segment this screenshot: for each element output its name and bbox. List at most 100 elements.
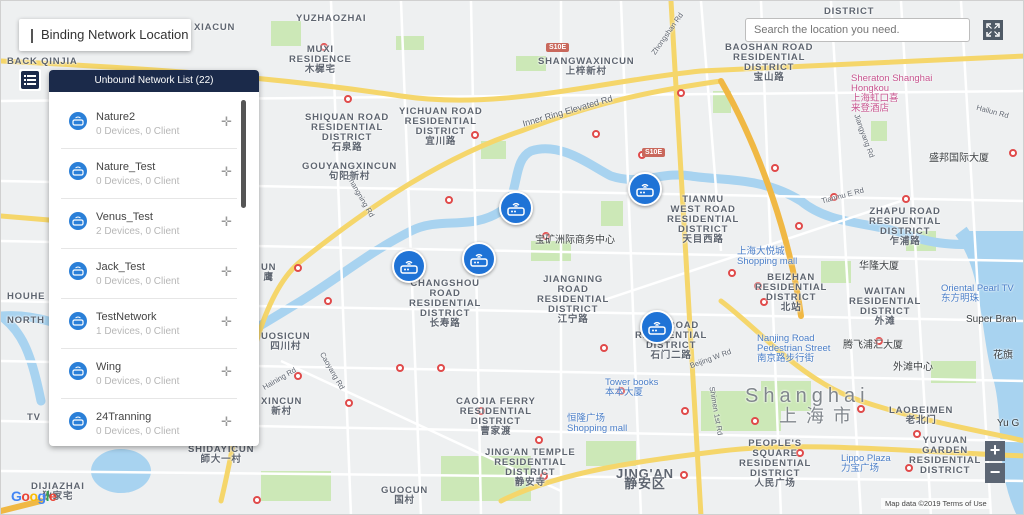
- poi-label[interactable]: 宝矿洲际商务中心: [535, 236, 615, 246]
- city-label: Shanghai: [745, 385, 870, 407]
- network-item[interactable]: Venus_Test 2 Devices, 0 Client ✛: [61, 199, 237, 249]
- district-label: TIANMU WEST ROAD RESIDENTIAL DISTRICT 天目…: [667, 194, 740, 245]
- district-label: WAITAN RESIDENTIAL DISTRICT 外滩: [849, 286, 922, 327]
- drag-handle-icon[interactable]: ✛: [221, 264, 232, 280]
- network-stats: 0 Devices, 0 Client: [96, 276, 180, 287]
- poi-label[interactable]: Yu G: [997, 419, 1019, 429]
- zoom-in-button[interactable]: +: [985, 441, 1005, 461]
- district-label: ZHAPU ROAD RESIDENTIAL DISTRICT 乍浦路: [869, 206, 942, 247]
- router-icon: [69, 112, 87, 130]
- network-name: Venus_Test: [96, 211, 153, 223]
- district-label: XIACUN: [194, 22, 236, 33]
- highway-shield: S10E: [546, 43, 570, 52]
- district-label: BACK QINJIA: [7, 56, 78, 67]
- unbound-network-panel: Unbound Network List (22) Nature2 0 Devi…: [49, 70, 259, 446]
- router-marker[interactable]: [628, 172, 662, 206]
- network-item[interactable]: TestNetwork 1 Devices, 0 Client ✛: [61, 299, 237, 349]
- drag-handle-icon[interactable]: ✛: [221, 114, 232, 130]
- poi-label[interactable]: Sheraton Shanghai Hongkou 上海虹口喜 来登酒店: [851, 74, 932, 114]
- district-label: MUXI RESIDENCE 木樨宅: [289, 44, 352, 75]
- district-label: CHANGSHOU ROAD RESIDENTIAL DISTRICT 长寿路: [409, 278, 482, 329]
- network-list[interactable]: Nature2 0 Devices, 0 Client ✛ Nature_Tes…: [61, 99, 237, 446]
- district-label: JING'AN 静安区: [616, 466, 674, 491]
- district-label: SHIQUAN ROAD RESIDENTIAL DISTRICT 石泉路: [305, 112, 390, 153]
- district-label: XINCUN 新村: [261, 396, 303, 417]
- district-label: SHIDAYICUN 師大一村: [188, 444, 255, 465]
- router-icon: [507, 202, 525, 216]
- fullscreen-button[interactable]: [983, 20, 1003, 40]
- drag-handle-icon[interactable]: ✛: [221, 214, 232, 230]
- router-marker[interactable]: [640, 310, 674, 344]
- district-label: YUYUAN GARDEN RESIDENTIAL DISTRICT: [909, 435, 982, 476]
- drag-handle-icon[interactable]: ✛: [221, 164, 232, 180]
- district-label: YICHUAN ROAD RESIDENTIAL DISTRICT 宜川路: [399, 106, 483, 147]
- poi-label[interactable]: 外滩中心: [893, 363, 933, 373]
- router-icon: [69, 362, 87, 380]
- list-toggle-button[interactable]: [19, 69, 41, 91]
- router-icon: [470, 253, 488, 267]
- network-item[interactable]: Nature_Test 0 Devices, 0 Client ✛: [61, 149, 237, 199]
- router-icon: [648, 321, 666, 335]
- network-item[interactable]: Nature2 0 Devices, 0 Client ✛: [61, 99, 237, 149]
- router-marker[interactable]: [392, 249, 426, 283]
- district-label: TV: [27, 412, 41, 423]
- poi-label[interactable]: 华隆大厦: [859, 262, 899, 272]
- fullscreen-icon: [986, 23, 1000, 37]
- page-title: Binding Network Location: [41, 27, 189, 42]
- network-item[interactable]: Wing 0 Devices, 0 Client ✛: [61, 349, 237, 399]
- district-label: PEOPLE'S SQUARE RESIDENTIAL DISTRICT 人民广…: [739, 438, 812, 489]
- network-item[interactable]: 24Tranning 0 Devices, 0 Client ✛: [61, 399, 237, 446]
- zoom-out-button[interactable]: −: [985, 463, 1005, 483]
- district-label: UOSICUN 四川村: [261, 331, 311, 352]
- city-label-cn: 上 海 市: [779, 406, 854, 426]
- network-name: Jack_Test: [96, 261, 145, 273]
- drag-handle-icon[interactable]: ✛: [221, 364, 232, 380]
- location-search-input[interactable]: [745, 18, 970, 42]
- poi-label[interactable]: 恒隆广场 Shopping mall: [567, 414, 627, 434]
- router-icon: [636, 183, 654, 197]
- panel-scrollbar[interactable]: [241, 100, 246, 208]
- network-stats: 0 Devices, 0 Client: [96, 176, 180, 187]
- district-label: JING'AN TEMPLE RESIDENTIAL DISTRICT 静安寺: [485, 447, 576, 488]
- router-marker[interactable]: [499, 191, 533, 225]
- drag-handle-icon[interactable]: ✛: [221, 314, 232, 330]
- district-label: BEIZHAN RESIDENTIAL DISTRICT 北站: [755, 272, 828, 313]
- drag-handle-icon[interactable]: ✛: [221, 414, 232, 430]
- poi-label[interactable]: Nanjing Road Pedestrian Street 南京路步行街: [757, 334, 830, 364]
- network-item[interactable]: Jack_Test 0 Devices, 0 Client ✛: [61, 249, 237, 299]
- router-icon: [69, 162, 87, 180]
- google-logo[interactable]: Google: [11, 488, 57, 504]
- router-marker[interactable]: [462, 242, 496, 276]
- district-label: CAOJIA FERRY RESIDENTIAL DISTRICT 曹家渡: [456, 396, 536, 437]
- poi-label[interactable]: Tower books 本本大厦: [605, 378, 658, 398]
- poi-label[interactable]: 上海大悦城 Shopping mall: [737, 247, 797, 267]
- network-name: TestNetwork: [96, 311, 157, 323]
- network-stats: 2 Devices, 0 Client: [96, 226, 180, 237]
- list-icon: [21, 71, 39, 89]
- poi-label[interactable]: 腾飞浦汇大厦: [843, 341, 903, 351]
- map-canvas[interactable]: S10E S10E YUZHAOZHAI MUXI RESIDENCE 木樨宅 …: [0, 0, 1024, 515]
- district-label: SHANGWAXINCUN 上梓新村: [538, 56, 635, 77]
- district-label: NORTH: [7, 315, 45, 326]
- router-icon: [69, 212, 87, 230]
- network-name: Wing: [96, 361, 122, 373]
- highway-shield: S10E: [642, 148, 666, 157]
- district-label: DISTRICT: [824, 6, 875, 17]
- poi-label[interactable]: Lippo Plaza 力宝广场: [841, 454, 891, 474]
- district-label: BAOSHAN ROAD RESIDENTIAL DISTRICT 宝山路: [725, 42, 814, 83]
- page-title-box: Binding Network Location: [19, 19, 191, 51]
- panel-title: Unbound Network List (22): [49, 70, 259, 92]
- district-label: JIANGNING ROAD RESIDENTIAL DISTRICT 江宁路: [537, 274, 610, 325]
- router-icon: [69, 312, 87, 330]
- poi-label[interactable]: 盛邦国际大厦: [929, 154, 989, 164]
- network-name: Nature_Test: [96, 161, 156, 173]
- poi-label[interactable]: Oriental Pearl TV 东方明珠: [941, 284, 1014, 304]
- router-icon: [69, 412, 87, 430]
- poi-label[interactable]: 花旗: [993, 351, 1013, 361]
- router-icon: [400, 260, 418, 274]
- network-stats: 0 Devices, 0 Client: [96, 426, 180, 437]
- map-attribution[interactable]: Map data ©2019 Terms of Use: [881, 498, 991, 509]
- district-label: YUZHAOZHAI: [296, 13, 367, 24]
- district-label: GUOCUN 国村: [381, 485, 429, 506]
- poi-label[interactable]: Super Bran: [966, 315, 1017, 325]
